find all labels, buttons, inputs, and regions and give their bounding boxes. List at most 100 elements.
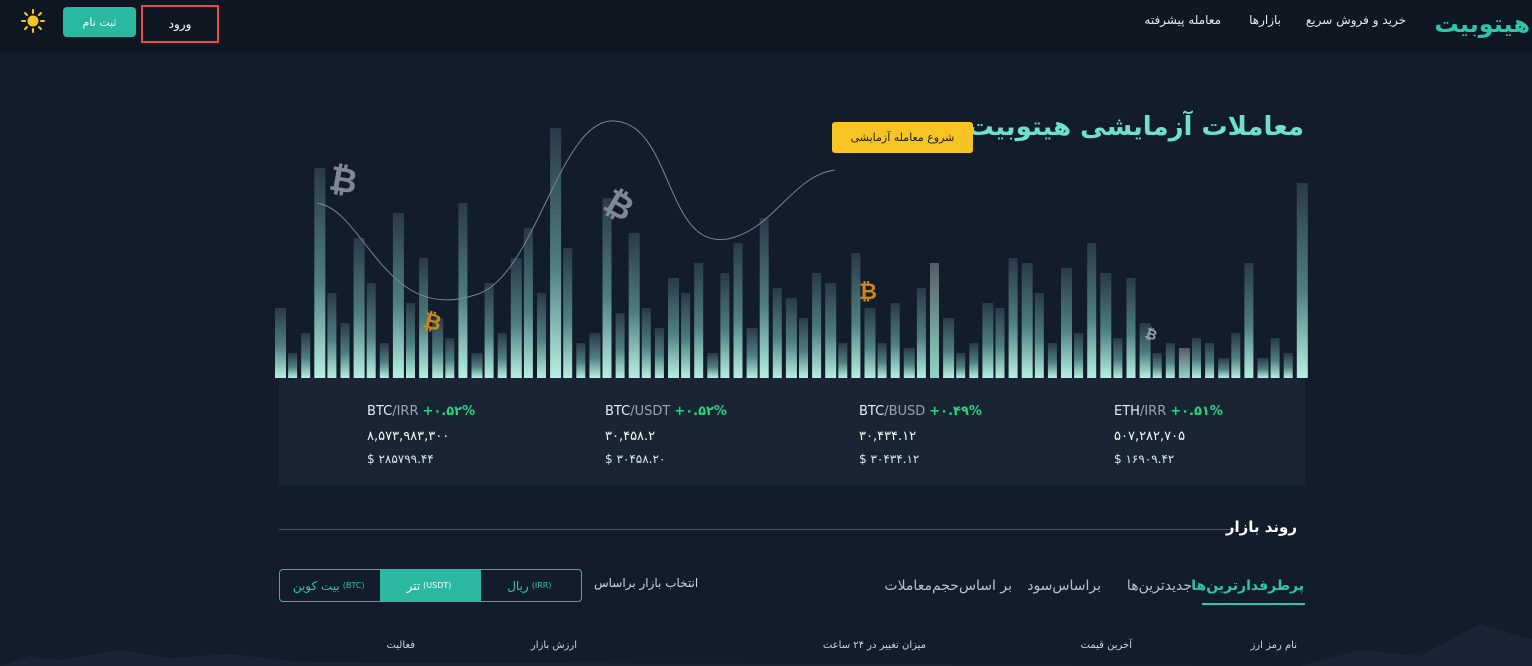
decorative-bar <box>628 233 640 378</box>
tab-by-profit[interactable]: براساس‌سود <box>1027 578 1101 594</box>
ticker-base: ETH <box>1114 404 1140 419</box>
decorative-bar <box>707 353 719 378</box>
ticker-usd: $ ۱۶۹۰۹.۴۲ <box>1114 452 1175 466</box>
decorative-bar <box>851 253 861 378</box>
ticker-price: ۸,۵۷۳,۹۸۳,۳۰۰ <box>367 429 450 444</box>
decorative-bar <box>1061 268 1072 378</box>
decorative-bar <box>903 348 915 378</box>
market-base-selector: (BTC) بیت کوین (USDT) تتر (IRR) ریال <box>279 569 582 602</box>
hero-title: معاملات آزمایشی هیتوبیت <box>967 112 1304 142</box>
tab-newest[interactable]: جدیدترین‌ها <box>1127 578 1192 594</box>
ticker-base: BTC <box>859 404 885 419</box>
ticker-price: ۳۰,۴۵۸.۲ <box>605 429 656 444</box>
decorative-bar <box>1074 333 1084 378</box>
market-select-label: انتخاب بازار براساس <box>594 576 699 590</box>
nav-advanced-trade[interactable]: معامله پیشرفته <box>1144 13 1221 27</box>
ticker-card[interactable]: ETH/IRR +۰.۵۱% ۵۰۷,۲۸۲,۷۰۵ $ ۱۶۹۰۹.۴۲ <box>1114 400 1294 466</box>
decorative-bar <box>379 343 389 378</box>
decorative-bar <box>1270 338 1280 378</box>
decorative-bar <box>576 343 586 378</box>
decorative-bar <box>720 273 730 378</box>
ticker-panel: BTC/IRR +۰.۵۲% ۸,۵۷۳,۹۸۳,۳۰۰ $ ۲۸۵۷۹۹.۴۴ … <box>279 378 1305 485</box>
decorative-bar <box>510 258 522 378</box>
decorative-bar <box>1244 263 1254 378</box>
ticker-change: +۰.۵۲% <box>422 404 476 419</box>
decorative-bar <box>838 343 848 378</box>
decorative-bar <box>392 213 404 378</box>
decorative-bar <box>943 318 955 378</box>
decorative-bar <box>1178 348 1190 378</box>
decorative-bar <box>969 343 979 378</box>
decorative-bar <box>668 278 679 378</box>
ticker-card[interactable]: BTC/IRR +۰.۵۲% ۸,۵۷۳,۹۸۳,۳۰۰ $ ۲۸۵۷۹۹.۴۴ <box>367 400 547 466</box>
segment-irr[interactable]: (IRR) ریال <box>481 570 581 601</box>
svg-text:₿: ₿ <box>859 280 877 305</box>
decorative-bar <box>602 198 612 378</box>
decorative-bar <box>746 328 758 378</box>
hero-bar-graphic: ₿ ₿ ₿ ₿ ₿ <box>275 120 1308 378</box>
decorative-bar <box>733 243 743 378</box>
ticker-usd: $ ۲۸۵۷۹۹.۴۴ <box>367 452 434 466</box>
login-button[interactable]: ورود <box>141 5 219 43</box>
ticker-price: ۳۰,۴۳۴.۱۲ <box>859 429 917 444</box>
ticker-quote: IRR <box>396 404 419 419</box>
ticker-base: BTC <box>367 404 393 419</box>
nav-quick-trade[interactable]: خرید و فروش سریع <box>1306 13 1406 27</box>
bitcoin-icon: ₿ <box>859 280 877 305</box>
ticker-quote: BUSD <box>888 404 926 419</box>
decorative-bar <box>812 273 822 378</box>
segment-usdt[interactable]: (USDT) تتر <box>380 570 481 601</box>
sun-icon[interactable] <box>20 8 46 34</box>
decorative-bar <box>1296 183 1308 378</box>
nav-markets[interactable]: بازارها <box>1249 13 1281 27</box>
decorative-bar <box>1257 358 1269 378</box>
ticker-card[interactable]: BTC/USDT +۰.۵۲% ۳۰,۴۵۸.۲ $ ۳۰۴۵۸.۲۰ <box>605 400 785 466</box>
decorative-bar <box>1283 353 1293 378</box>
decorative-bar <box>799 318 808 378</box>
decorative-bar <box>523 228 533 378</box>
decorative-bar <box>982 303 994 378</box>
ticker-quote: IRR <box>1144 404 1167 419</box>
start-demo-trade-button[interactable]: شروع معامله آزمایشی <box>832 122 973 153</box>
decorative-bar <box>825 283 837 378</box>
decorative-bar <box>1218 358 1230 378</box>
decorative-bar <box>288 353 298 378</box>
decorative-bar <box>1021 263 1033 378</box>
ticker-quote: USDT <box>634 404 671 419</box>
decorative-bar <box>353 238 365 378</box>
register-button[interactable]: ثبت نام <box>63 7 136 37</box>
decorative-bar <box>930 263 939 378</box>
decorative-bar <box>759 218 769 378</box>
decorative-bar <box>537 293 546 378</box>
decorative-bar <box>484 283 494 378</box>
decorative-bar <box>995 308 1005 378</box>
decorative-bar <box>406 303 415 378</box>
decorative-bar <box>694 263 704 378</box>
decorative-bar <box>1192 338 1201 378</box>
decorative-bar <box>458 203 468 378</box>
active-tab-indicator <box>1202 603 1305 605</box>
decorative-bar <box>1100 273 1112 378</box>
decorative-bar <box>1008 258 1018 378</box>
decorative-bar <box>641 308 651 378</box>
tab-most-popular[interactable]: پرطرفدارترین‌ها <box>1191 578 1304 594</box>
decorative-bar <box>301 333 311 378</box>
decorative-bar <box>497 333 507 378</box>
decorative-bar <box>772 288 782 378</box>
decorative-bar <box>1113 338 1123 378</box>
ticker-usd: $ ۳۰۴۳۴.۱۲ <box>859 452 920 466</box>
decorative-bar <box>916 288 926 378</box>
logo[interactable]: هیتوبیت <box>1435 10 1531 38</box>
decorative-bar <box>314 168 326 378</box>
ticker-base: BTC <box>605 404 631 419</box>
ticker-usd: $ ۳۰۴۵۸.۲۰ <box>605 452 666 466</box>
decorative-bar <box>275 308 286 378</box>
decorative-bar <box>471 353 483 378</box>
ticker-card[interactable]: BTC/BUSD +۰.۴۹% ۳۰,۴۳۴.۱۲ $ ۳۰۴۳۴.۱۲ <box>859 400 1039 466</box>
section-divider <box>279 529 1237 530</box>
tab-by-volume[interactable]: بر اساس‌حجم‌معاملات <box>884 578 1012 594</box>
ticker-price: ۵۰۷,۲۸۲,۷۰۵ <box>1114 429 1186 444</box>
decorative-bar <box>956 353 966 378</box>
decorative-bar <box>550 128 562 378</box>
segment-btc[interactable]: (BTC) بیت کوین <box>280 570 380 601</box>
